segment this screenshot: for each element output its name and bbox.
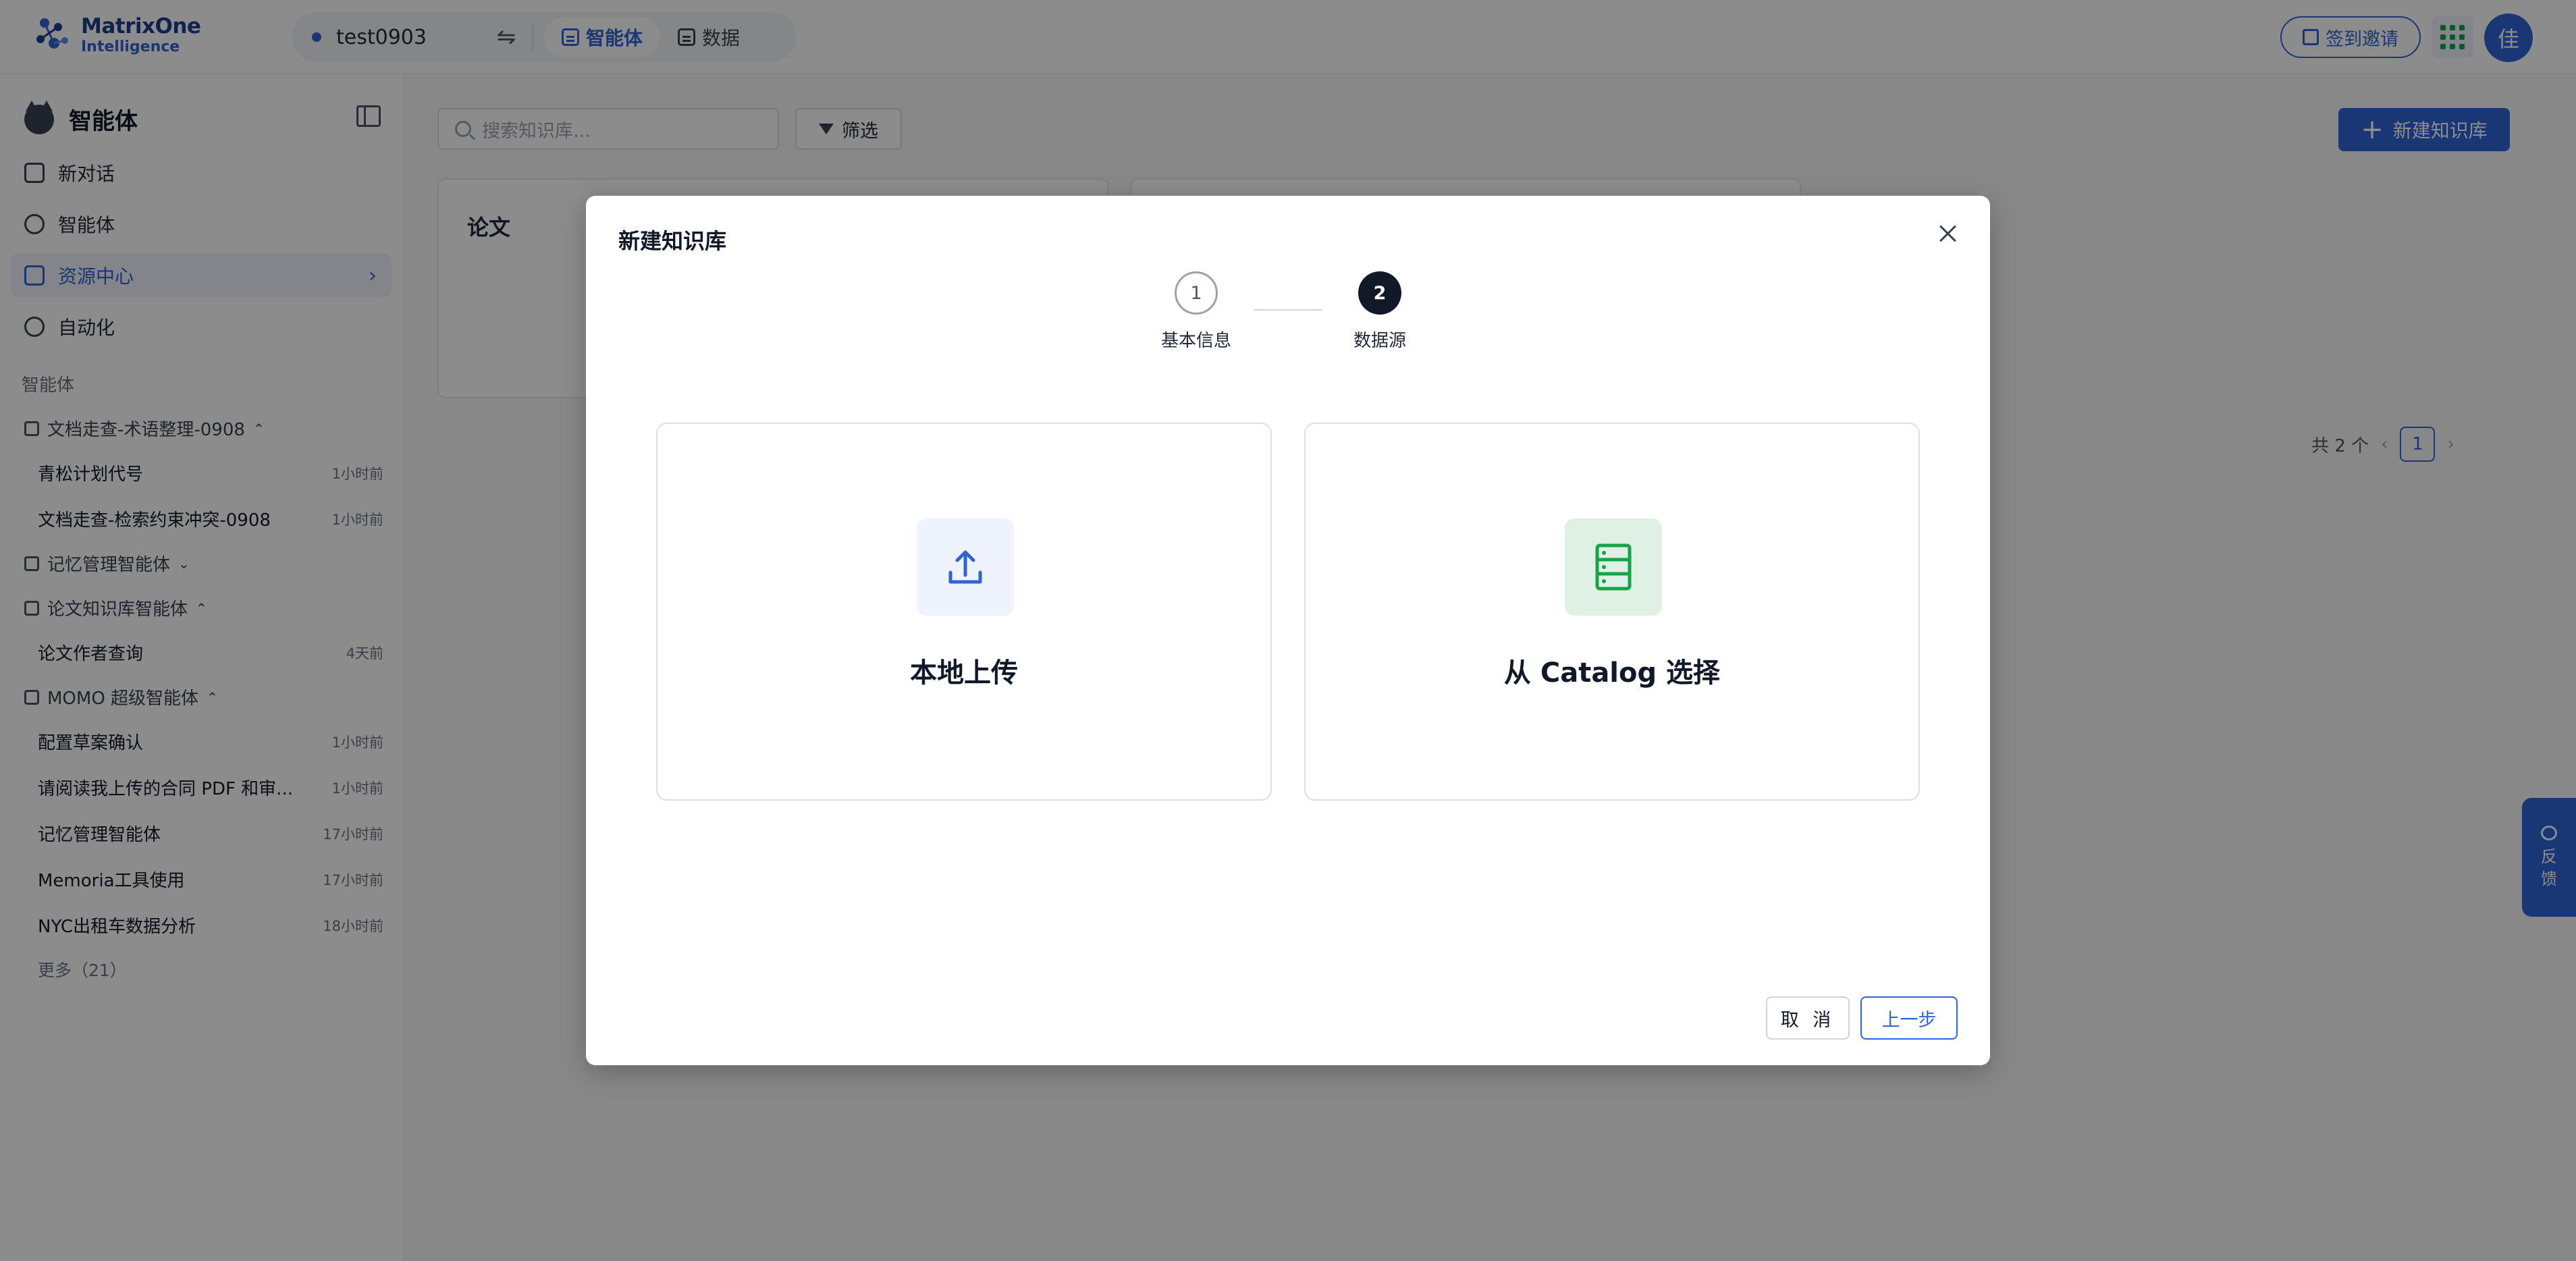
step-number: 1 <box>1175 271 1218 315</box>
step-data-source: 2 数据源 <box>1326 271 1434 352</box>
step-label: 基本信息 <box>1160 331 1231 351</box>
upload-icon <box>948 550 982 584</box>
step-connector <box>1254 309 1322 311</box>
previous-step-button[interactable]: 上一步 <box>1860 996 1958 1040</box>
cancel-button[interactable]: 取 消 <box>1766 996 1850 1040</box>
option-local-upload[interactable]: 本地上传 <box>656 423 1272 801</box>
upload-tile <box>917 518 1014 616</box>
option-label: 从 Catalog 选择 <box>1503 658 1721 689</box>
step-basic-info[interactable]: 1 基本信息 <box>1142 271 1250 352</box>
dialog-title: 新建知识库 <box>618 228 727 254</box>
close-icon[interactable] <box>1935 220 1962 247</box>
database-icon <box>1595 543 1632 591</box>
step-label: 数据源 <box>1353 331 1406 351</box>
new-knowledge-base-dialog: 新建知识库 1 基本信息 2 数据源 本地上传 从 Catalog 选择 取 消… <box>586 196 1990 1065</box>
step-number: 2 <box>1358 271 1401 315</box>
option-label: 本地上传 <box>910 658 1018 689</box>
catalog-tile <box>1565 518 1662 616</box>
option-catalog-select[interactable]: 从 Catalog 选择 <box>1304 423 1920 801</box>
